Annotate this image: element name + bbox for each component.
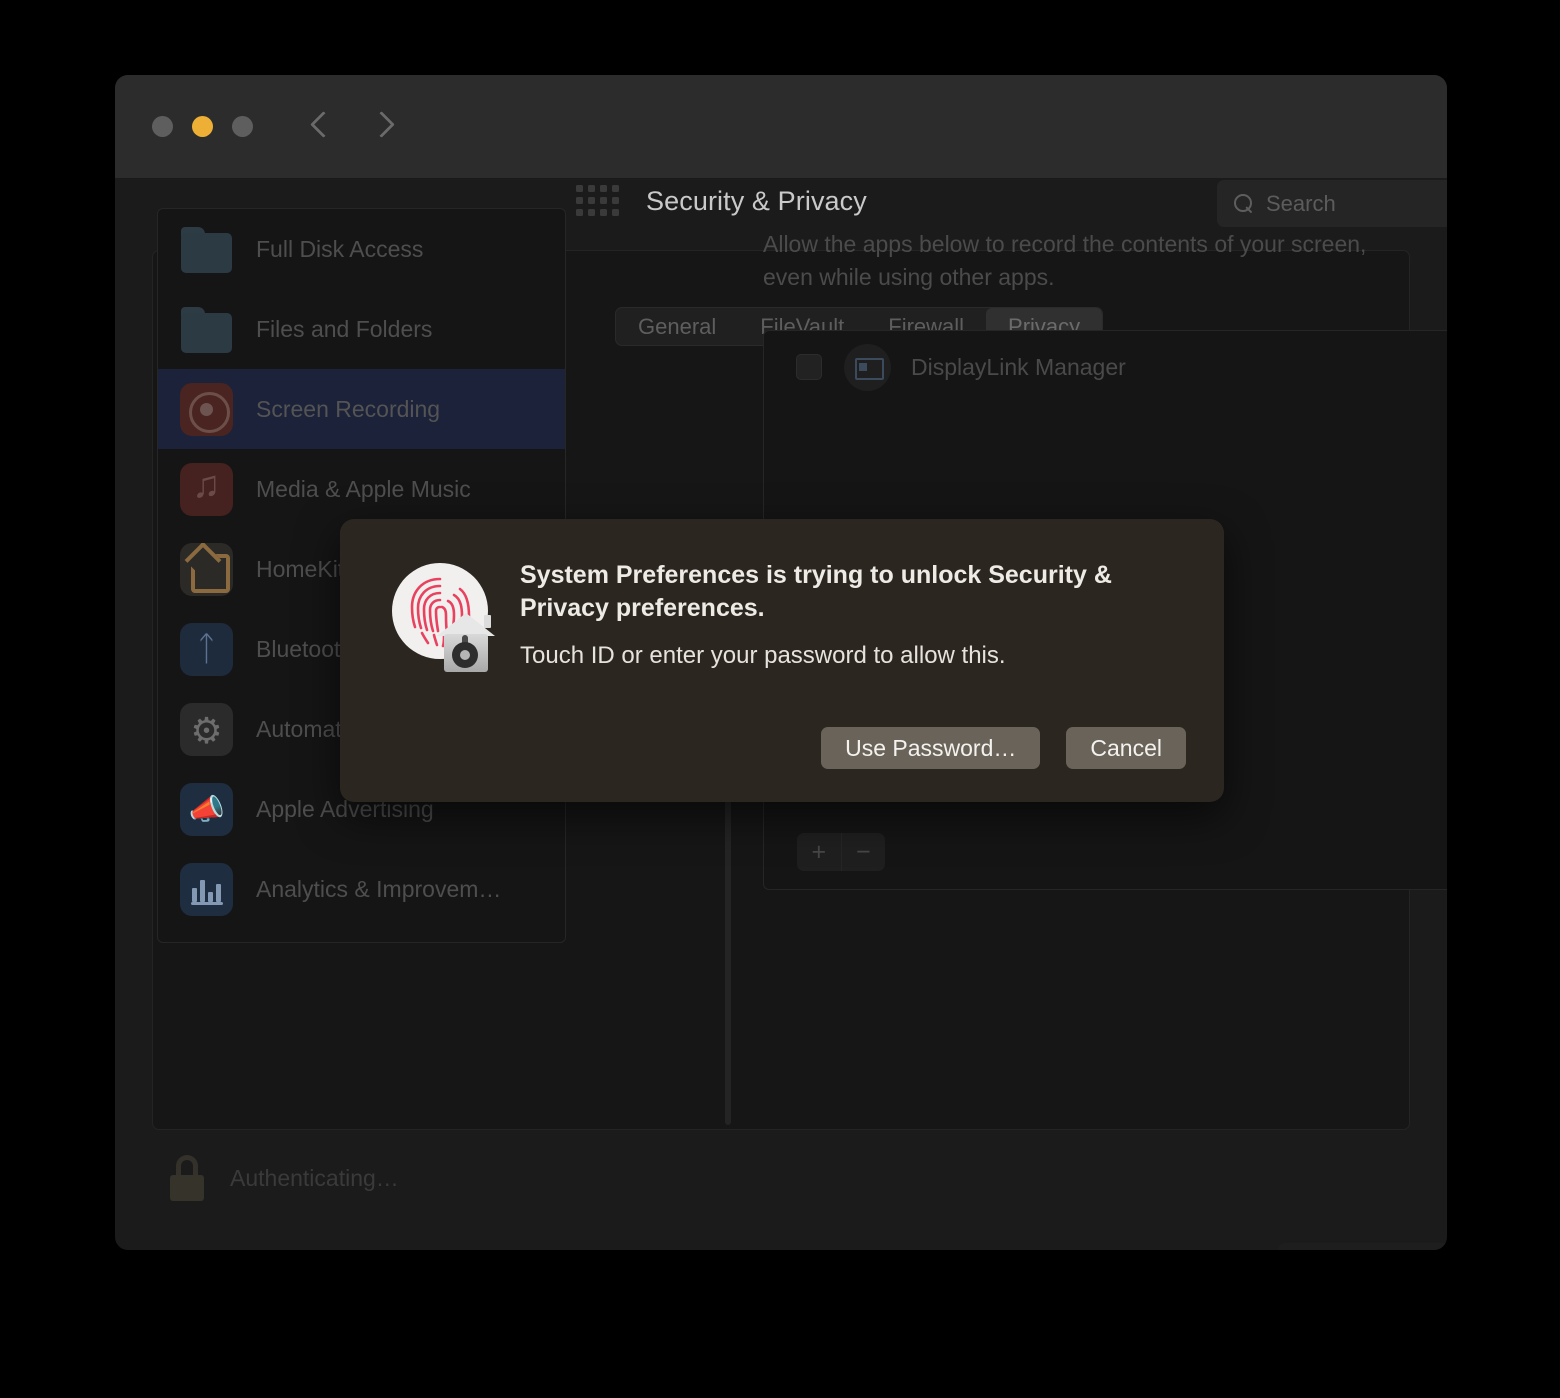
gear-icon: ⚙ bbox=[180, 702, 233, 756]
sidebar-item-analytics-and-improvements[interactable]: Analytics & Improvem… bbox=[158, 849, 565, 929]
home-safe-badge bbox=[437, 613, 495, 673]
app-checkbox[interactable] bbox=[796, 354, 822, 380]
grid-dot bbox=[612, 197, 619, 204]
sidebar-item-media-and-apple-music[interactable]: Media & Apple Music bbox=[158, 449, 565, 529]
dialog-body-text: Touch ID or enter your password to allow… bbox=[520, 642, 1006, 669]
sidebar-item-full-disk-access[interactable]: Full Disk Access bbox=[158, 209, 565, 289]
grid-dot bbox=[600, 197, 607, 204]
sidebar-item-label: Media & Apple Music bbox=[256, 475, 471, 502]
show-all-grid-icon[interactable] bbox=[576, 185, 619, 216]
safe-chimney bbox=[484, 615, 491, 628]
tab-general[interactable]: General bbox=[616, 308, 738, 345]
forward-arrow-icon[interactable] bbox=[372, 107, 394, 145]
unlocked-padlock-icon[interactable] bbox=[170, 1155, 208, 1201]
dialog-button-row: Use Password… Cancel bbox=[821, 727, 1186, 769]
grid-dot bbox=[576, 209, 583, 216]
grid-dot bbox=[576, 197, 583, 204]
bluetooth-icon: ᛏ bbox=[180, 622, 233, 676]
add-remove-control[interactable]: + − bbox=[797, 833, 885, 871]
advanced-button[interactable]: Advanced… bbox=[1278, 1243, 1447, 1250]
table-row[interactable]: DisplayLink Manager bbox=[764, 331, 1447, 403]
bar-chart-bars bbox=[192, 876, 222, 902]
traffic-lights bbox=[152, 116, 253, 137]
padlock-body bbox=[170, 1175, 204, 1201]
touch-id-authentication-dialog: System Preferences is trying to unlock S… bbox=[340, 519, 1224, 802]
cancel-button[interactable]: Cancel bbox=[1066, 727, 1186, 769]
grid-dot bbox=[600, 185, 607, 192]
close-button[interactable] bbox=[152, 116, 173, 137]
home-icon bbox=[180, 542, 233, 596]
navigation-arrows bbox=[307, 107, 394, 145]
sidebar-item-label: Bluetooth bbox=[256, 635, 354, 662]
window-titlebar: Security & Privacy Search bbox=[115, 75, 1447, 227]
folder-icon bbox=[180, 223, 233, 276]
panel-description: Allow the apps below to record the conte… bbox=[763, 231, 1367, 290]
app-name-label: DisplayLink Manager bbox=[911, 353, 1126, 380]
bar-chart-icon bbox=[180, 862, 233, 916]
megaphone-icon: 📣 bbox=[180, 782, 233, 836]
sidebar-item-label: HomeKit bbox=[256, 555, 345, 582]
grid-dot bbox=[588, 185, 595, 192]
touch-id-icon bbox=[388, 563, 496, 675]
dialog-heading: System Preferences is trying to unlock S… bbox=[520, 561, 1112, 622]
minimize-button[interactable] bbox=[192, 116, 213, 137]
lock-status-label: Authenticating… bbox=[230, 1164, 399, 1191]
grid-dot bbox=[600, 209, 607, 216]
safe-dial bbox=[452, 642, 478, 668]
grid-dot bbox=[588, 197, 595, 204]
screen-recording-icon bbox=[180, 382, 233, 436]
remove-app-button[interactable]: − bbox=[842, 833, 886, 871]
grid-dot bbox=[588, 209, 595, 216]
music-note-icon bbox=[180, 462, 233, 516]
add-app-button[interactable]: + bbox=[797, 833, 842, 871]
sidebar-item-files-and-folders[interactable]: Files and Folders bbox=[158, 289, 565, 369]
back-arrow-icon[interactable] bbox=[307, 107, 329, 145]
displaylink-icon bbox=[844, 343, 891, 391]
lock-status-area[interactable]: Authenticating… bbox=[170, 1155, 399, 1201]
bar-chart-baseline bbox=[191, 901, 223, 905]
grid-dot bbox=[576, 185, 583, 192]
zoom-button[interactable] bbox=[232, 116, 253, 137]
sidebar-item-screen-recording[interactable]: Screen Recording bbox=[158, 369, 565, 449]
sidebar-item-label: Screen Recording bbox=[256, 395, 441, 422]
sidebar-item-label: Full Disk Access bbox=[256, 235, 424, 262]
sidebar-item-label: Files and Folders bbox=[256, 315, 433, 342]
folder-icon bbox=[180, 303, 233, 356]
grid-dot bbox=[612, 185, 619, 192]
sidebar-item-label: Analytics & Improvem… bbox=[256, 875, 502, 902]
grid-dot bbox=[612, 209, 619, 216]
padlock-shackle bbox=[176, 1155, 198, 1177]
use-password-button[interactable]: Use Password… bbox=[821, 727, 1041, 769]
